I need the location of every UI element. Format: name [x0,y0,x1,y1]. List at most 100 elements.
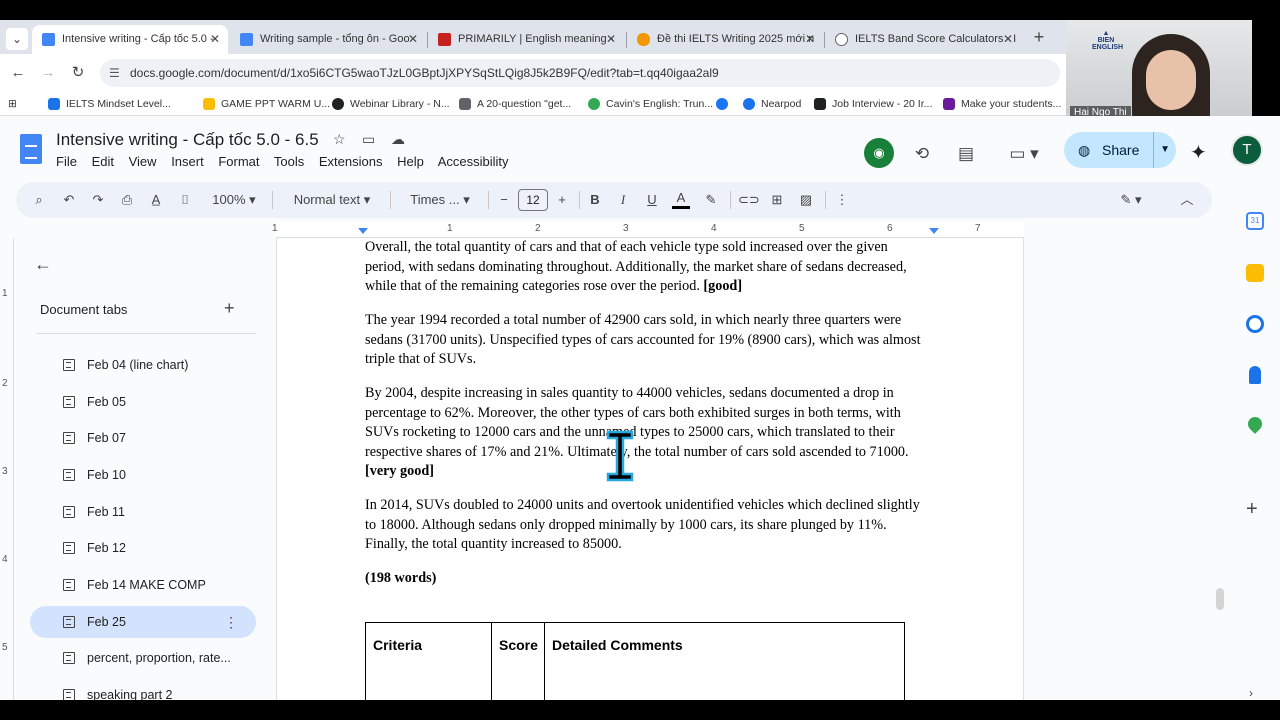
hide-side-panel-icon[interactable]: › [1249,686,1253,700]
menu-view[interactable]: View [129,154,157,169]
zoom-select[interactable]: 100% ▾ [204,189,264,211]
menu-extensions[interactable]: Extensions [319,154,383,169]
paragraph-style-select[interactable]: Normal text ▾ [282,189,382,211]
table-header-comments[interactable]: Detailed Comments [544,622,905,700]
close-icon[interactable]: ✕ [210,25,220,54]
right-indent-marker[interactable] [929,228,939,234]
new-tab-button[interactable]: + [1028,26,1050,48]
browser-tab-1[interactable]: Intensive writing - Cấp tốc 5.0 - ✕ [32,25,228,54]
doc-tab-item[interactable]: Feb 10 [30,459,256,491]
back-icon[interactable]: ← [7,62,29,84]
paragraph-2004[interactable]: By 2004, despite increasing in sales qua… [365,384,931,482]
doc-tab-item[interactable]: percent, proportion, rate... [30,642,256,674]
menu-format[interactable]: Format [218,154,259,169]
gemini-icon[interactable]: ✦ [1190,140,1207,165]
url-field[interactable]: ☰ docs.google.com/document/d/1xo5i6CTG5w… [100,59,1060,87]
tab-search-icon[interactable]: ⌄ [6,28,28,50]
print-icon[interactable]: ⎙ [118,189,136,211]
doc-tab-item-active[interactable]: Feb 25 ⋮ [30,606,256,638]
close-icon[interactable]: ✕ [606,25,616,54]
share-button[interactable]: ◍ Share ▼ [1064,132,1176,168]
star-icon[interactable]: ☆ [333,131,346,148]
insert-image-icon[interactable]: ▨ [797,189,815,211]
table-header-score[interactable]: Score [491,622,545,700]
paragraph-2014[interactable]: In 2014, SUVs doubled to 24000 units and… [365,496,931,555]
evaluation-table[interactable]: Criteria Score Detailed Comments [365,622,905,700]
search-icon[interactable]: ⌕ [30,189,48,211]
undo-icon[interactable]: ↶ [60,189,78,211]
paint-format-icon[interactable]: ⌷ [176,189,194,211]
doc-tab-item[interactable]: Feb 07 [30,422,256,454]
more-options-icon[interactable]: ⋮ [834,189,850,211]
menu-accessibility[interactable]: Accessibility [438,154,509,169]
bookmark-item[interactable]: GAME PPT WARM U... [203,95,330,113]
menu-help[interactable]: Help [397,154,424,169]
tasks-icon[interactable] [1246,315,1264,333]
doc-tab-item[interactable]: speaking part 2 [30,679,256,700]
browser-tab-4[interactable]: Đề thi IELTS Writing 2025 mới n ✕ [627,25,823,54]
italic-icon[interactable]: I [614,189,632,211]
doc-tab-item[interactable]: Feb 14 MAKE COMP [30,569,256,601]
close-icon[interactable]: ✕ [805,25,815,54]
doc-tab-item[interactable]: Feb 12 [30,532,256,564]
insert-comment-icon[interactable]: ⊞ [768,189,786,211]
doc-tab-item[interactable]: Feb 05 [30,386,256,418]
highlight-icon[interactable]: ✎ [702,189,720,211]
bookmark-item[interactable]: Nearpod [743,95,801,113]
browser-tab-5[interactable]: IELTS Band Score Calculators - I ✕ [825,25,1021,54]
paragraph-1994[interactable]: The year 1994 recorded a total number of… [365,311,931,370]
version-history-icon[interactable]: ⟲ [908,140,936,168]
site-info-icon[interactable]: ☰ [109,59,120,87]
back-arrow-icon[interactable]: ← [34,254,52,275]
redo-icon[interactable]: ↷ [89,189,107,211]
bookmark-item[interactable]: Cavin's English: Trun... [588,95,713,113]
increase-font-size-icon[interactable]: + [554,189,570,211]
cloud-status-icon[interactable]: ☁ [391,131,405,148]
text-color-icon[interactable]: A [672,189,690,209]
chevron-up-icon[interactable]: ︿ [1178,189,1196,211]
bookmark-item[interactable]: Make your students... [943,95,1061,113]
scrollbar-thumb[interactable] [1216,588,1224,610]
add-tab-icon[interactable]: + [224,298,235,319]
menu-tools[interactable]: Tools [274,154,304,169]
bookmark-item[interactable]: A 20-question "get... [459,95,571,113]
get-add-ons-icon[interactable]: + [1246,498,1258,521]
close-icon[interactable]: ✕ [408,25,418,54]
bookmark-item[interactable]: Job Interview - 20 Ir... [814,95,932,113]
browser-tab-2[interactable]: Writing sample - tổng ôn - Goo ✕ [230,25,426,54]
browser-tab-3[interactable]: PRIMARILY | English meaning - ✕ [428,25,624,54]
menu-edit[interactable]: Edit [92,154,114,169]
facebook-bookmark[interactable] [716,95,734,113]
more-vert-icon[interactable]: ⋮ [224,606,238,638]
bold-icon[interactable]: B [586,189,604,211]
left-indent-marker[interactable] [358,228,368,234]
editing-mode-icon[interactable]: ✎ ▾ [1114,189,1148,211]
bookmark-item[interactable]: Webinar Library - N... [332,95,450,113]
doc-tab-item[interactable]: Feb 11 [30,496,256,528]
move-folder-icon[interactable]: ▭ [362,131,375,148]
close-icon[interactable]: ✕ [1003,25,1013,54]
meet-present-icon[interactable]: ◉ [864,138,894,168]
apps-icon[interactable]: ⊞ [8,95,17,113]
font-size-input[interactable]: 12 [518,189,548,211]
docs-logo-icon[interactable] [20,134,42,164]
decrease-font-size-icon[interactable]: − [496,189,512,211]
font-family-select[interactable]: Times ... ▾ [400,189,480,211]
forward-icon[interactable]: → [37,62,59,84]
bookmark-item[interactable]: IELTS Mindset Level... [48,95,171,113]
table-header-criteria[interactable]: Criteria [365,622,492,700]
calendar-icon[interactable]: 31 [1246,212,1264,230]
document-page[interactable]: Overall, the total quantity of cars and … [276,238,1024,700]
doc-tab-item[interactable]: Feb 04 (line chart) [30,349,256,381]
keep-icon[interactable] [1246,264,1264,282]
document-title[interactable]: Intensive writing - Cấp tốc 5.0 - 6.5 [56,130,319,150]
spellcheck-icon[interactable]: A̲ [147,189,165,211]
menu-insert[interactable]: Insert [171,154,204,169]
share-options-icon[interactable]: ▼ [1153,132,1170,168]
menu-file[interactable]: File [56,154,77,169]
meet-camera-icon[interactable]: ▭ ▾ [1002,140,1046,168]
maps-icon[interactable] [1245,414,1265,434]
underline-icon[interactable]: U [643,189,661,211]
insert-link-icon[interactable]: ⊂⊃ [738,189,760,211]
reload-icon[interactable]: ↻ [67,62,89,84]
